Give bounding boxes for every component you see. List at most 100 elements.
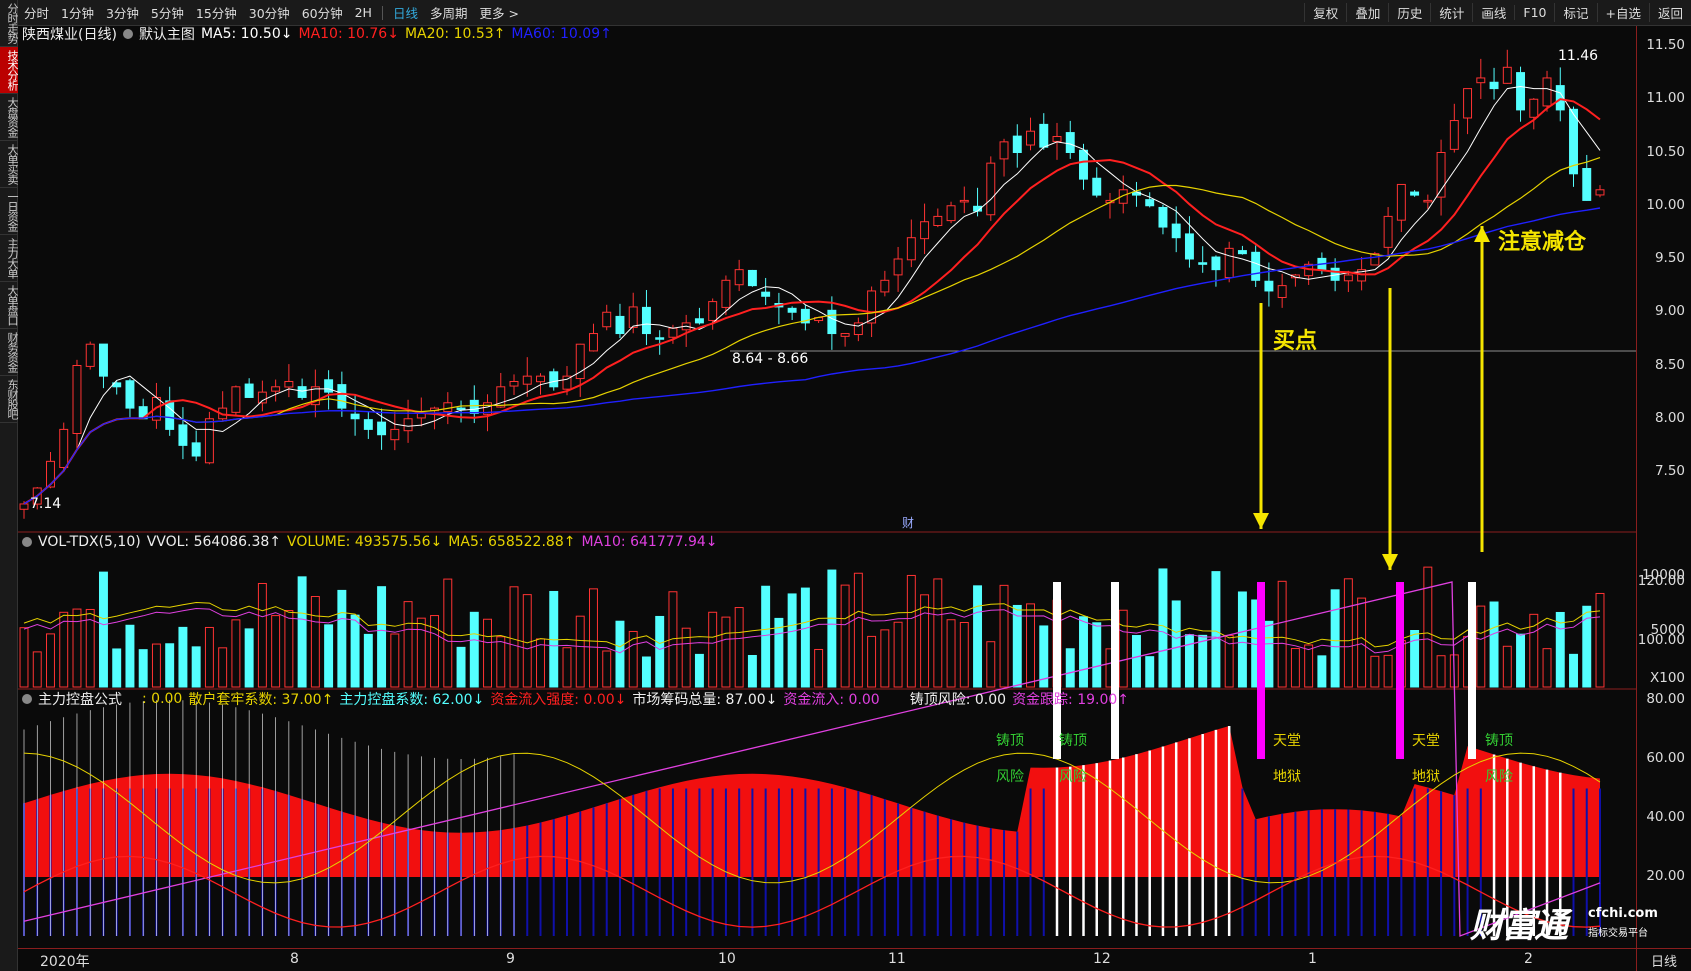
main-legend: 陕西煤业(日线) 默认主图 MA5: 10.50↓ MA10: 10.76↓ M… bbox=[22, 24, 618, 44]
watermark-site: cfchi.com bbox=[1588, 906, 1658, 921]
watermark-sub: 指标交易平台 bbox=[1588, 928, 1648, 939]
date-label-6: 1 bbox=[1308, 951, 1317, 967]
candle-body bbox=[694, 318, 704, 324]
volume-bar bbox=[363, 633, 373, 688]
volume-bar bbox=[589, 588, 598, 688]
candle-body bbox=[602, 311, 612, 328]
high-price-label: 11.46 bbox=[1558, 48, 1599, 64]
volume-bar bbox=[1092, 622, 1102, 688]
retail-coef: 散户套牢系数: 37.00↑ bbox=[188, 692, 334, 708]
volume-bar bbox=[59, 611, 69, 688]
candle-body bbox=[284, 380, 294, 388]
signal-risk-1: 风险 bbox=[996, 769, 1024, 785]
inflow-strength: 资金流入强度: 0.00↓ bbox=[490, 692, 627, 708]
timeframe-label[interactable]: 日线 bbox=[1636, 948, 1691, 971]
indicator-tick-3: 60.00 bbox=[1646, 750, 1685, 766]
finance-marker[interactable]: 财 bbox=[902, 514, 914, 531]
candle-body bbox=[1396, 183, 1406, 221]
candle-body bbox=[615, 315, 625, 335]
volume-bar bbox=[522, 594, 532, 688]
candle-body bbox=[125, 380, 135, 409]
indicator-tick-5: 20.00 bbox=[1646, 868, 1685, 884]
volume-bar bbox=[271, 615, 281, 688]
price-tick-1: 11.00 bbox=[1646, 90, 1685, 107]
volume-bar bbox=[1423, 566, 1433, 688]
stock-name[interactable]: 陕西煤业(日线) bbox=[22, 24, 117, 44]
volume-bar bbox=[867, 635, 877, 688]
volume-settings-icon[interactable] bbox=[22, 537, 32, 547]
candle-body bbox=[1224, 247, 1234, 279]
price-tick-8: 7.50 bbox=[1654, 463, 1685, 479]
volume-bar bbox=[774, 617, 784, 688]
volume-bar bbox=[787, 593, 797, 688]
volume-bar bbox=[509, 586, 519, 688]
indicator-tick-2: 80.00 bbox=[1646, 691, 1685, 707]
volume-bar bbox=[443, 578, 453, 688]
volume-bar bbox=[469, 611, 479, 688]
volume-bar bbox=[814, 648, 824, 688]
buy-point-annotation: 买点 bbox=[1273, 329, 1318, 354]
template-settings-icon[interactable] bbox=[122, 29, 133, 39]
candle-body bbox=[1026, 130, 1035, 146]
candle-body bbox=[271, 386, 281, 392]
volume-bar bbox=[999, 584, 1009, 688]
candle-body bbox=[1264, 280, 1274, 292]
signal-bar-1 bbox=[1111, 582, 1119, 759]
volume-bar bbox=[920, 594, 930, 688]
ma5-line bbox=[23, 85, 1601, 505]
volume-bar bbox=[310, 596, 320, 688]
volume-name[interactable]: VOL-TDX(5,10) bbox=[38, 534, 141, 550]
candle-body bbox=[721, 279, 731, 308]
date-label-1: 8 bbox=[290, 951, 299, 967]
candle-body bbox=[840, 333, 850, 337]
volume-bar bbox=[747, 654, 757, 688]
candle-body bbox=[668, 327, 678, 338]
inflow-value: 资金流入: 0.00 bbox=[783, 692, 880, 708]
volume-bar bbox=[1383, 654, 1393, 688]
candle-body bbox=[1211, 256, 1221, 271]
date-axis: 2020年 8 9 10 11 12 1 2 bbox=[18, 948, 1636, 971]
volume-bar bbox=[1145, 656, 1155, 688]
candle-body bbox=[231, 386, 241, 413]
volume-bar bbox=[1330, 589, 1340, 688]
volume-bar bbox=[1569, 653, 1578, 688]
low-price-label: 7.14 bbox=[30, 496, 62, 512]
candle-body bbox=[72, 365, 82, 434]
volume-bar bbox=[1118, 609, 1128, 688]
volume-bar bbox=[536, 638, 545, 688]
volume-bar bbox=[1529, 613, 1539, 688]
candle-body bbox=[708, 301, 718, 321]
template-name[interactable]: 默认主图 bbox=[139, 24, 195, 44]
indicator-settings-icon[interactable] bbox=[22, 694, 32, 704]
watermark-logo: 财富通 bbox=[1470, 906, 1568, 946]
candle-body bbox=[1410, 191, 1420, 196]
candle-body bbox=[204, 418, 214, 464]
candle-body bbox=[1542, 77, 1552, 107]
candle-body bbox=[178, 424, 188, 446]
indicator-name[interactable]: 主力控盘公式 bbox=[38, 689, 122, 709]
volume-bar bbox=[178, 626, 188, 688]
candle-body bbox=[522, 375, 532, 385]
candle-body bbox=[1079, 149, 1088, 180]
volume-bar bbox=[244, 628, 254, 688]
candle-body bbox=[403, 418, 413, 432]
volume-bar bbox=[1211, 571, 1221, 688]
volume-bar bbox=[390, 633, 400, 688]
volume-bar bbox=[602, 650, 612, 688]
candle-body bbox=[641, 306, 651, 335]
volume-bar bbox=[933, 578, 943, 688]
candle-body bbox=[933, 215, 943, 226]
candle-body bbox=[589, 333, 598, 352]
candle-body bbox=[350, 413, 360, 420]
indicator-tick-0: 120.00 bbox=[1637, 573, 1685, 589]
volume-bar bbox=[906, 574, 916, 688]
chips-total: 市场筹码总量: 87.00↓ bbox=[632, 692, 778, 708]
stock-chart[interactable] bbox=[0, 0, 1691, 971]
signal-risk-2: 风险 bbox=[1059, 769, 1087, 785]
arrow-buy-2-head bbox=[1382, 554, 1398, 570]
volume-bar bbox=[562, 647, 572, 688]
volume-bar bbox=[840, 584, 850, 688]
ma60-value: MA60: 10.09↑ bbox=[511, 26, 612, 42]
volume-bar bbox=[1131, 635, 1141, 688]
candle-body bbox=[1171, 223, 1181, 239]
